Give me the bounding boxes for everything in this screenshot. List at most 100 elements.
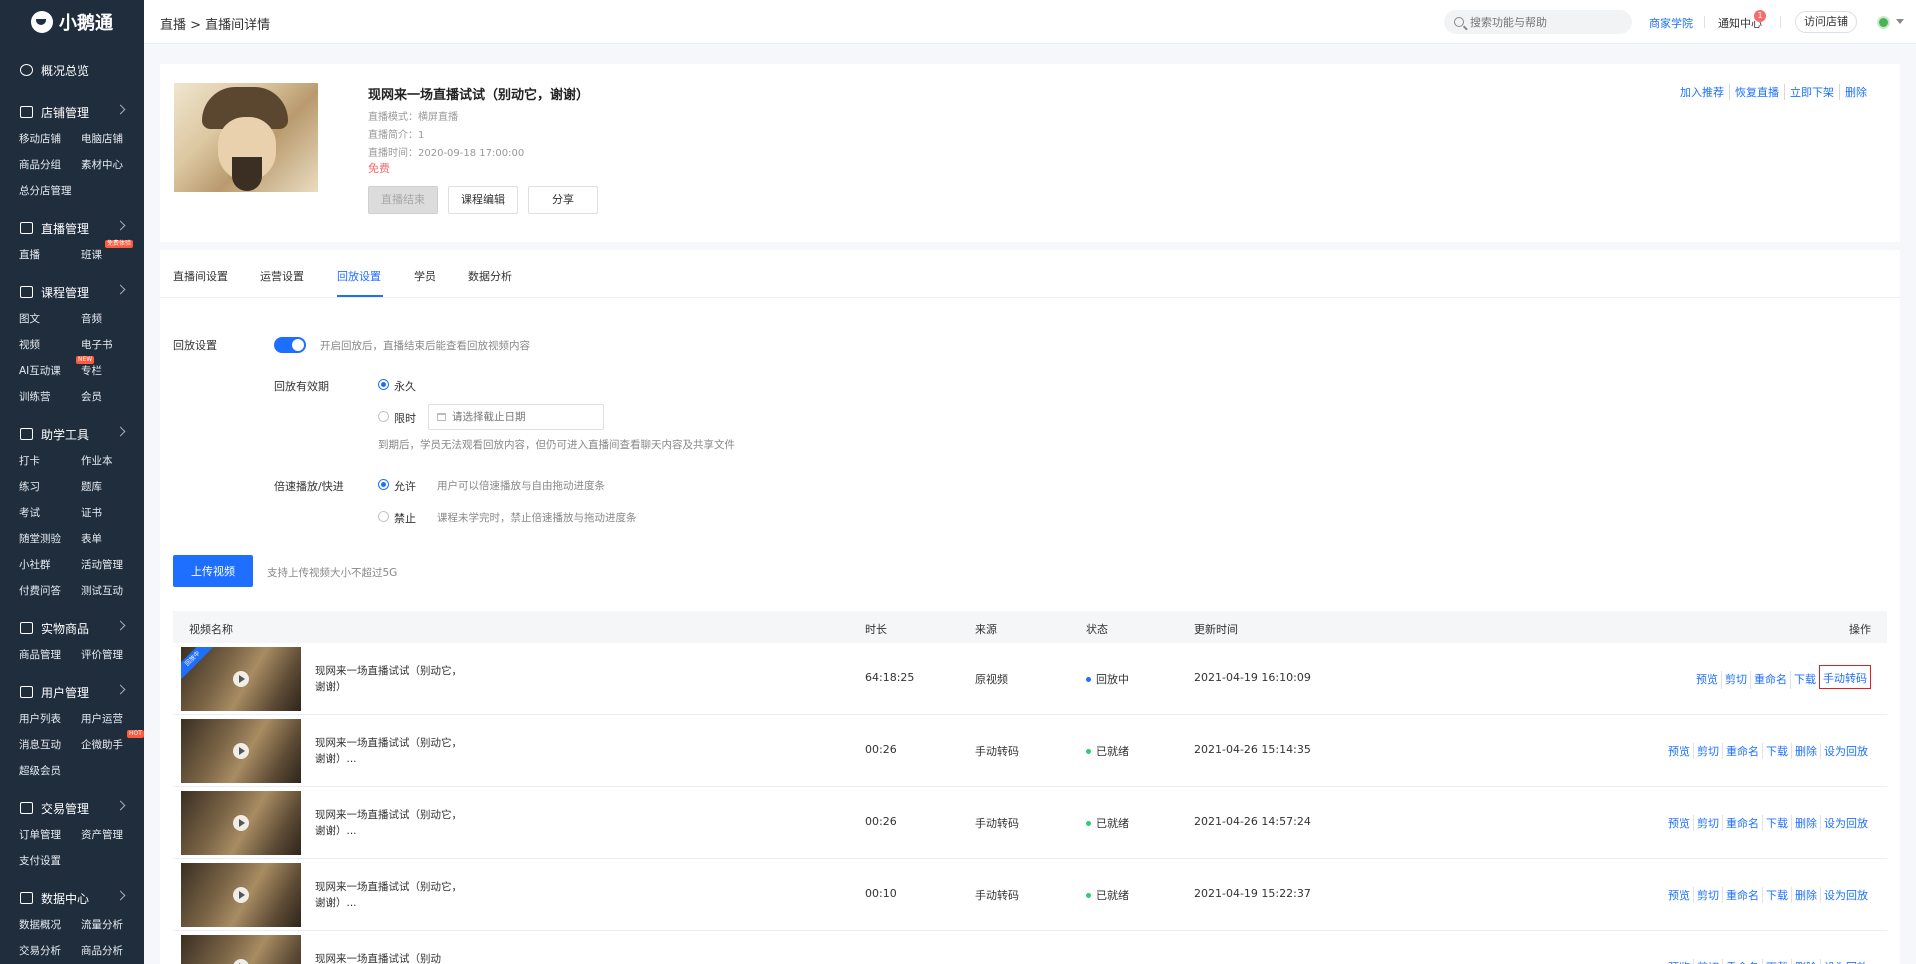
preview-link[interactable]: 预览 [1693, 671, 1721, 689]
sidebar-group-header[interactable]: 直播管理 [0, 214, 144, 242]
sidebar-item[interactable]: 作业本 [81, 450, 143, 472]
preview-link[interactable]: 预览 [1665, 743, 1693, 759]
download-link[interactable]: 下载 [1762, 815, 1791, 831]
validity-forever-label[interactable]: 永久 [394, 378, 416, 394]
replay-toggle[interactable] [274, 337, 306, 353]
sidebar-item[interactable]: 消息互动 [19, 734, 81, 756]
search-input[interactable] [1470, 15, 1620, 29]
delete-link[interactable]: 删除 [1791, 743, 1820, 759]
add-recommend-link[interactable]: 加入推荐 [1675, 84, 1729, 100]
sidebar-item[interactable]: 订单管理 [19, 824, 81, 846]
validity-limited-label[interactable]: 限时 [394, 410, 416, 426]
sidebar-item[interactable]: 用户列表 [19, 708, 81, 730]
rename-link[interactable]: 重命名 [1722, 743, 1762, 759]
tab-students[interactable]: 学员 [414, 268, 436, 284]
upload-video-button[interactable]: 上传视频 [173, 555, 253, 587]
sidebar-group-header[interactable]: 数据中心 [0, 884, 144, 912]
sidebar-item[interactable]: 专栏 [81, 360, 143, 382]
expiry-date-input[interactable] [452, 411, 592, 423]
play-icon[interactable] [233, 959, 249, 964]
sidebar-item[interactable]: 班课 免费体验 [81, 240, 143, 266]
play-icon[interactable] [233, 887, 249, 903]
sidebar-group-header[interactable]: 店铺管理 [0, 98, 144, 126]
sidebar-item[interactable]: 电子书 [81, 334, 143, 356]
sidebar-item[interactable]: 企微助手 HOT [81, 730, 144, 756]
rename-link[interactable]: 重命名 [1750, 671, 1790, 689]
sidebar-item[interactable]: 支付设置 [19, 850, 81, 872]
set-replay-link[interactable]: 设为回放 [1820, 959, 1871, 964]
set-replay-link[interactable]: 设为回放 [1820, 815, 1871, 831]
speed-forbid-radio[interactable] [378, 511, 389, 522]
preview-link[interactable]: 预览 [1665, 959, 1693, 964]
sidebar-item[interactable]: 活动管理 [81, 554, 143, 576]
play-icon[interactable] [233, 743, 249, 759]
tab-data-analysis[interactable]: 数据分析 [468, 268, 512, 284]
sidebar-item[interactable]: 评价管理 [81, 644, 143, 666]
video-thumbnail[interactable]: 回放中 [181, 647, 301, 711]
video-thumbnail[interactable] [181, 791, 301, 855]
sidebar-group-header[interactable]: 助学工具 [0, 420, 144, 448]
sidebar-item[interactable]: 直播 [19, 244, 81, 266]
sidebar-item[interactable]: 移动店铺 [19, 128, 81, 150]
sidebar-item[interactable]: 会员 [81, 386, 143, 408]
visit-store-button[interactable]: 访问店铺 [1795, 11, 1857, 33]
download-link[interactable]: 下载 [1762, 743, 1791, 759]
preview-link[interactable]: 预览 [1665, 815, 1693, 831]
academy-link[interactable]: 商家学院 [1649, 15, 1693, 31]
sidebar-group-header[interactable]: 实物商品 [0, 614, 144, 642]
sidebar-item[interactable]: 打卡 [19, 450, 81, 472]
play-icon[interactable] [233, 671, 249, 687]
sidebar-item[interactable]: 电脑店铺 [81, 128, 143, 150]
sidebar-item[interactable]: 用户运营 [81, 708, 143, 730]
sidebar-item[interactable]: 视频 [19, 334, 81, 356]
download-link[interactable]: 下载 [1762, 959, 1791, 964]
video-thumbnail[interactable] [181, 863, 301, 927]
cut-link[interactable]: 剪切 [1693, 959, 1722, 964]
sidebar-item[interactable]: 商品分组 [19, 154, 81, 176]
course-edit-button[interactable]: 课程编辑 [448, 186, 518, 214]
sidebar-item[interactable]: 商品分析 [81, 940, 143, 962]
sidebar-item[interactable]: 素材中心 [81, 154, 143, 176]
delete-link[interactable]: 删除 [1791, 887, 1820, 903]
sidebar-item[interactable]: 证书 [81, 502, 143, 524]
resume-live-link[interactable]: 恢复直播 [1729, 84, 1784, 100]
sidebar-group-header[interactable]: 交易管理 [0, 794, 144, 822]
share-button[interactable]: 分享 [528, 186, 598, 214]
video-thumbnail[interactable] [181, 719, 301, 783]
tab-replay-settings[interactable]: 回放设置 [337, 268, 381, 284]
delete-link[interactable]: 删除 [1839, 84, 1872, 100]
tab-operation-settings[interactable]: 运营设置 [260, 268, 304, 284]
delete-link[interactable]: 删除 [1791, 815, 1820, 831]
sidebar-item[interactable]: 资产管理 [81, 824, 143, 846]
sidebar-group-header[interactable]: 课程管理 [0, 278, 144, 306]
download-link[interactable]: 下载 [1790, 671, 1819, 689]
sidebar-item[interactable]: 音频 [81, 308, 143, 330]
sidebar-item[interactable]: 练习 [19, 476, 81, 498]
play-icon[interactable] [233, 815, 249, 831]
sidebar-item[interactable]: 表单 [81, 528, 143, 550]
speed-allow-label[interactable]: 允许 [394, 478, 416, 494]
cut-link[interactable]: 剪切 [1693, 815, 1722, 831]
sidebar-item[interactable]: 考试 [19, 502, 81, 524]
take-down-link[interactable]: 立即下架 [1784, 84, 1839, 100]
download-link[interactable]: 下载 [1762, 887, 1791, 903]
sidebar-item[interactable]: 小社群 [19, 554, 81, 576]
expiry-date-picker[interactable] [428, 404, 604, 430]
delete-link[interactable]: 删除 [1791, 959, 1820, 964]
validity-forever-radio[interactable] [378, 379, 389, 390]
set-replay-link[interactable]: 设为回放 [1820, 887, 1871, 903]
speed-forbid-label[interactable]: 禁止 [394, 510, 416, 526]
chevron-down-icon[interactable] [1896, 19, 1904, 24]
manual-transcode-link[interactable]: 手动转码 [1819, 665, 1871, 689]
sidebar-item-overview[interactable]: 概况总览 [0, 54, 144, 86]
sidebar-item[interactable]: 总分店管理 [19, 180, 81, 202]
sidebar-item[interactable]: 题库 [81, 476, 143, 498]
sidebar-item[interactable]: 交易分析 [19, 940, 81, 962]
set-replay-link[interactable]: 设为回放 [1820, 743, 1871, 759]
sidebar-item[interactable]: AI互动课 NEW [19, 356, 95, 382]
sidebar-item[interactable]: 随堂测验 [19, 528, 81, 550]
cut-link[interactable]: 剪切 [1693, 743, 1722, 759]
rename-link[interactable]: 重命名 [1722, 887, 1762, 903]
sidebar-item[interactable]: 图文 [19, 308, 81, 330]
sidebar-item[interactable]: 数据概况 [19, 914, 81, 936]
